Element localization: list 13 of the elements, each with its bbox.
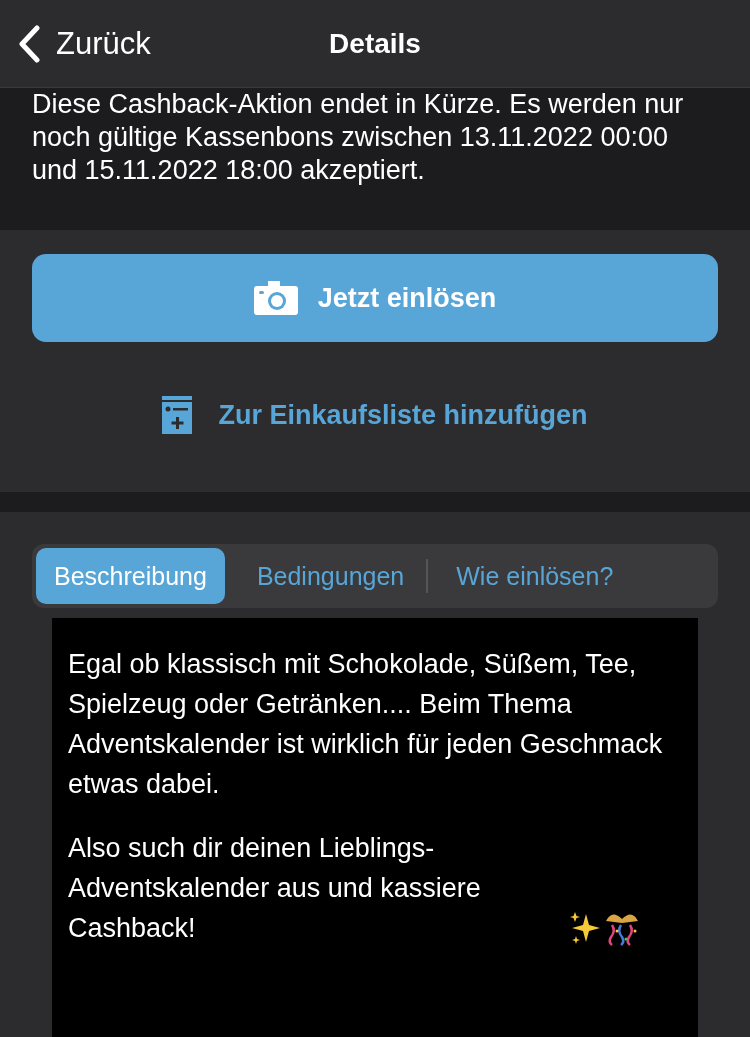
camera-icon	[253, 281, 298, 315]
back-button[interactable]: Zurück	[18, 24, 151, 63]
list-add-icon	[162, 396, 193, 434]
redeem-button[interactable]: Jetzt einlösen	[32, 254, 718, 342]
description-paragraph: Also such dir deinen Lieblings-Adventskalender aus und kassiere Cashback!	[68, 832, 482, 945]
tab[interactable]: Bedingungen	[238, 548, 423, 604]
description-paragraph: Egal ob klassisch mit Schokolade, Süßem, Tee, Spielzeug oder Getränken.... Beim Thema Adventskalender ist wirklich für jeden Geschmack etwas dabei.	[68, 648, 664, 801]
expiry-notice: Diese Cashback-Aktion endet in Kürze. Es werden nur noch gültige Kassenbons zwischen 13.11.2022 00:00 und 15.11.2022 18:00 akzeptiert.	[32, 89, 684, 185]
screen-title: Details	[329, 27, 421, 60]
tab[interactable]: Beschreibung	[36, 548, 225, 604]
chevron-left-icon	[18, 24, 40, 63]
tab[interactable]: Wie einlösen?	[438, 548, 632, 604]
add-to-shopping-list-link[interactable]: Zur Einkaufsliste hinzufügen	[162, 396, 588, 434]
